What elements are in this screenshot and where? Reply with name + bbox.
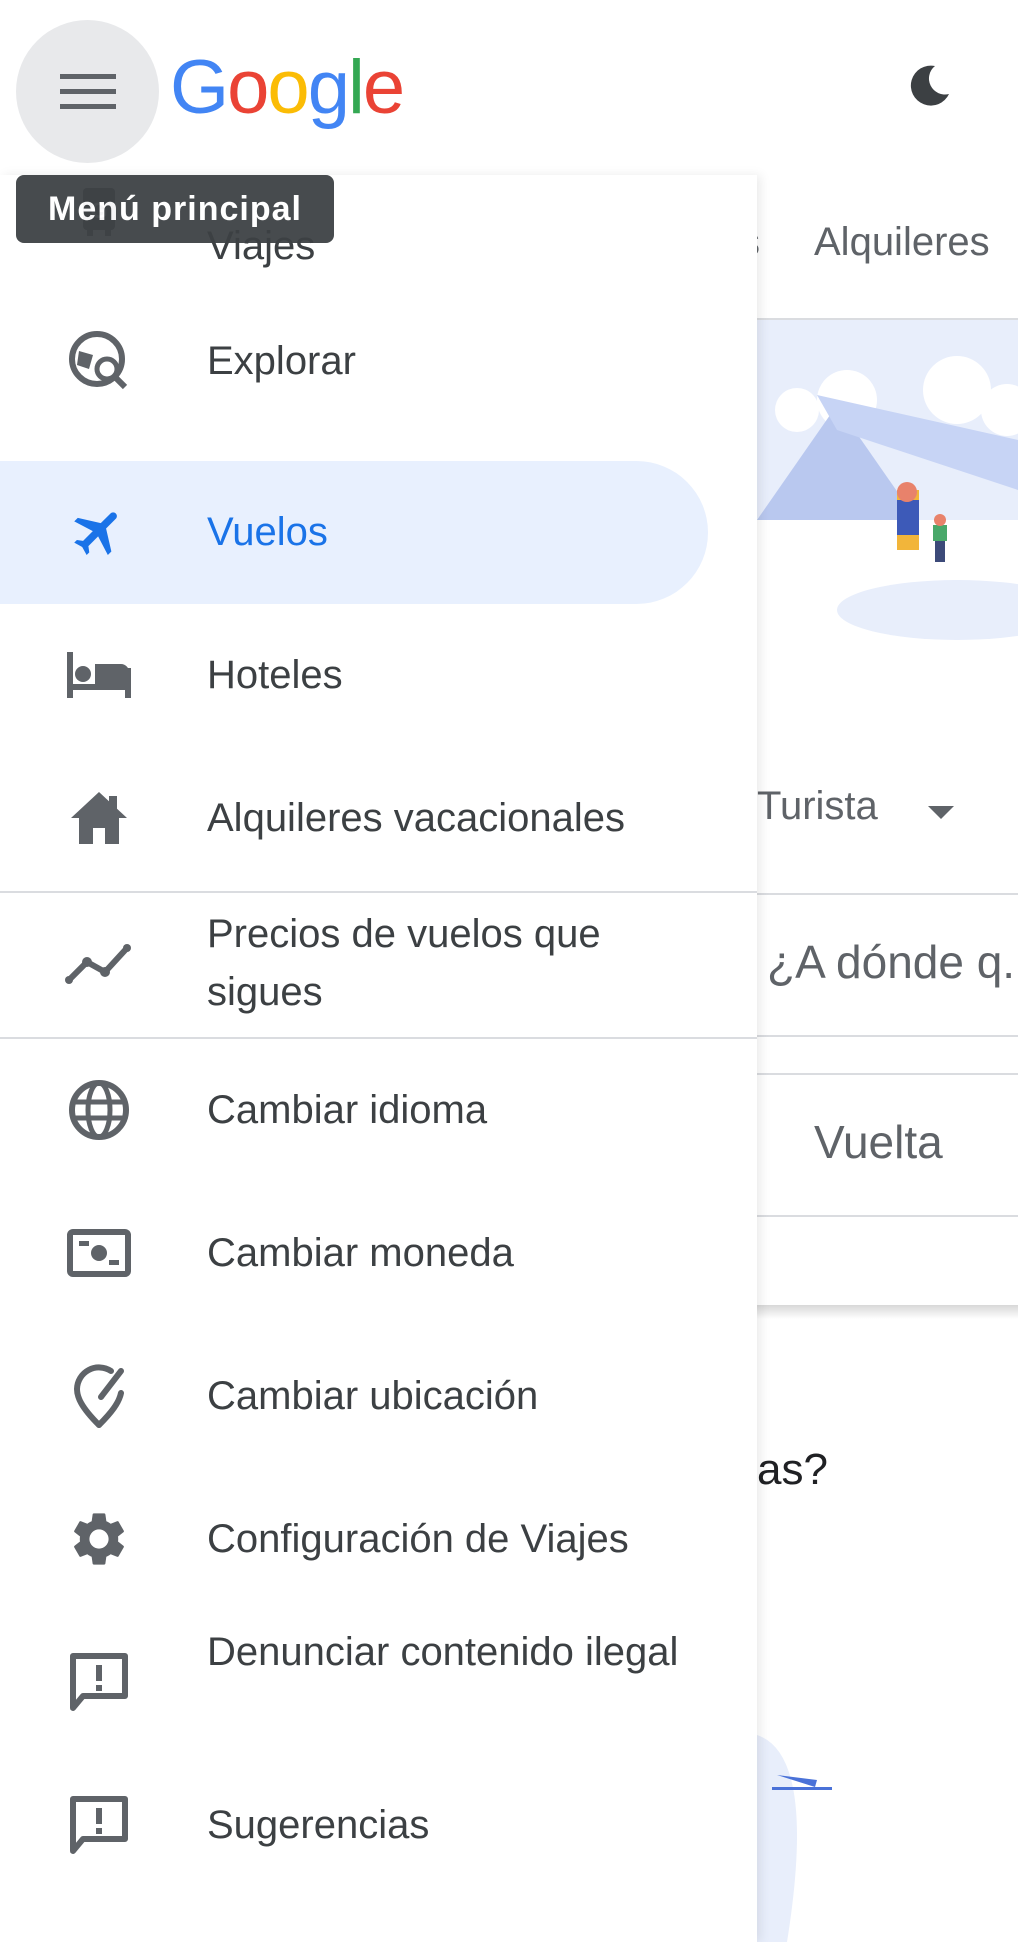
cabin-class-select[interactable]: Turista — [757, 784, 878, 829]
hamburger-icon — [59, 73, 116, 109]
house-icon — [64, 783, 134, 853]
top-app-bar: Google — [0, 0, 1018, 178]
drawer-item-label: Hoteles — [207, 653, 343, 697]
drawer-item-label: Denunciar contenido ilegal — [207, 1630, 679, 1674]
globe-icon — [64, 1075, 134, 1145]
google-logo[interactable]: Google — [170, 50, 405, 126]
drawer-item-change-language[interactable]: Cambiar idioma — [0, 1039, 757, 1182]
return-date-label: Vuelta — [814, 1116, 943, 1168]
dropdown-arrow-icon — [928, 806, 954, 819]
destination-placeholder: ¿A dónde q... — [767, 936, 1018, 988]
return-date-field[interactable]: Vuelta — [757, 1073, 1018, 1217]
dark-mode-toggle[interactable] — [905, 62, 953, 110]
drawer-item-change-location[interactable]: Cambiar ubicación — [0, 1325, 757, 1468]
section-question-partial: as? — [757, 1445, 828, 1494]
drawer-item-label: Sugerencias — [207, 1803, 430, 1847]
moon-icon — [910, 65, 949, 106]
airplane-icon — [64, 497, 134, 567]
drawer-item-label: Configuración de Viajes — [207, 1517, 629, 1561]
drawer-item-change-currency[interactable]: Cambiar moneda — [0, 1182, 757, 1325]
drawer-item-label: Vuelos — [207, 510, 328, 554]
bottom-illustration — [757, 1735, 1018, 1942]
drawer-item-hotels[interactable]: Hoteles — [0, 604, 757, 747]
search-card-shadow — [757, 1305, 1018, 1319]
destination-field[interactable]: ¿A dónde q... — [757, 893, 1018, 1037]
gear-icon — [64, 1504, 134, 1574]
trending-line-icon — [64, 929, 134, 999]
feedback-icon — [64, 1790, 134, 1860]
drawer-item-label: Explorar — [207, 339, 356, 383]
drawer-item-flights[interactable]: Vuelos — [0, 461, 708, 604]
report-icon — [64, 1647, 134, 1717]
drawer-item-feedback[interactable]: Sugerencias — [0, 1754, 757, 1897]
banknote-icon — [64, 1218, 134, 1288]
location-edit-icon — [64, 1361, 134, 1431]
hero-illustration — [757, 320, 1018, 650]
drawer-item-label: Cambiar moneda — [207, 1231, 514, 1275]
main-menu-tooltip: Menú principal — [16, 175, 334, 243]
explore-globe-icon — [64, 326, 134, 396]
drawer-item-label: Precios de vuelos que sigues — [207, 912, 601, 1014]
drawer-item-label: Cambiar ubicación — [207, 1374, 539, 1418]
navigation-drawer: G Viajes Explorar Vuelos Hoteles Alquile… — [0, 175, 757, 1942]
drawer-item-vacation-rentals[interactable]: Alquileres vacacionales — [0, 747, 757, 890]
drawer-item-tracked-prices[interactable]: Precios de vuelos que sigues — [0, 893, 757, 1035]
drawer-item-label: Cambiar idioma — [207, 1088, 488, 1132]
drawer-item-report-illegal-content[interactable]: Denunciar contenido ilegal — [0, 1611, 757, 1754]
drawer-item-label: Alquileres vacacionales — [207, 796, 626, 840]
bed-icon — [64, 640, 134, 710]
tab-rentals[interactable]: Alquileres — [814, 220, 990, 265]
drawer-item-explore[interactable]: Explorar — [0, 290, 757, 433]
main-menu-button[interactable] — [16, 20, 159, 163]
drawer-item-travel-settings[interactable]: Configuración de Viajes — [0, 1468, 757, 1611]
